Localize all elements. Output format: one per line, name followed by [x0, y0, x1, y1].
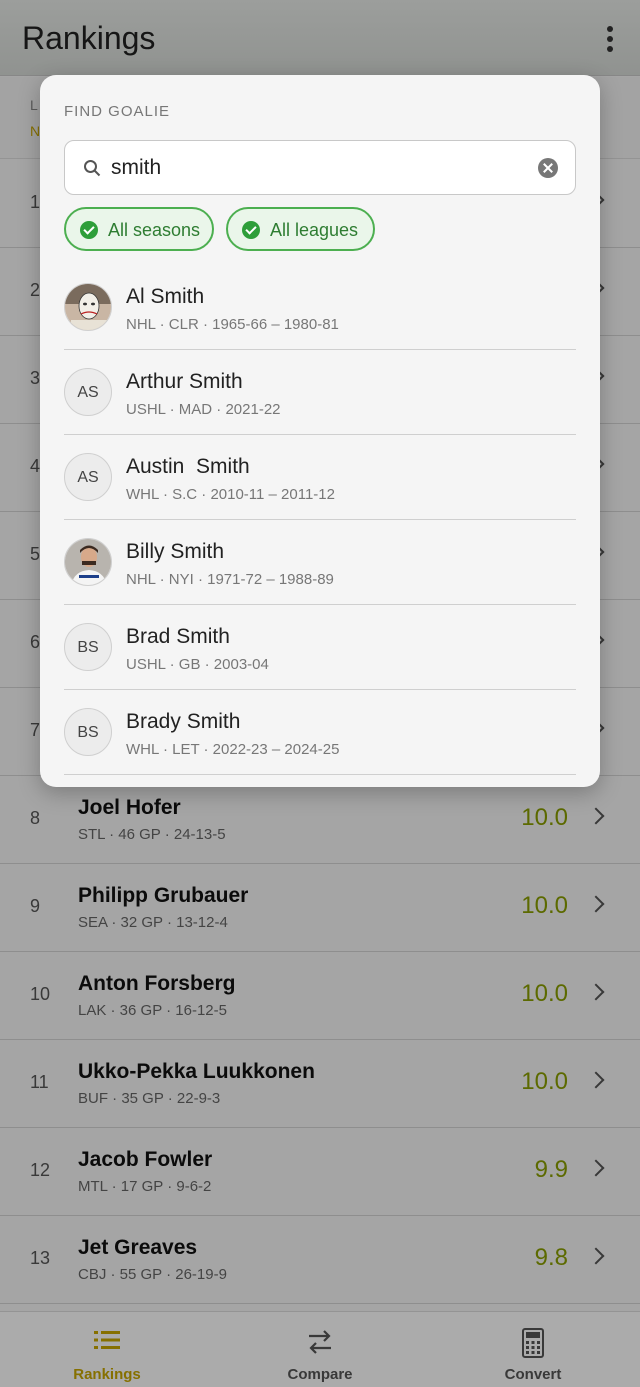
- avatar-initials: BS: [77, 639, 99, 656]
- filter-chip-leagues[interactable]: All leagues: [226, 207, 375, 251]
- avatar-initials: BS: [77, 724, 99, 741]
- result-name: Austin Smith: [126, 455, 250, 478]
- result-name: Arthur Smith: [126, 370, 243, 393]
- check-circle-icon: [80, 221, 98, 239]
- result-name: Billy Smith: [126, 540, 225, 563]
- result-item[interactable]: Billy Smith NHL · NYI · 1971-72 – 1988-8…: [64, 520, 576, 605]
- chip-label: All seasons: [108, 220, 201, 240]
- avatar: [64, 283, 112, 331]
- avatar: BS: [64, 623, 112, 671]
- find-goalie-dialog: FIND GOALIE All seasons All leagues: [40, 75, 600, 787]
- avatar: BS: [64, 708, 112, 756]
- goalie-photo-icon: [65, 539, 111, 585]
- avatar-initials: AS: [77, 384, 99, 401]
- result-details: USHL · MAD · 2021-22: [126, 401, 281, 418]
- search-box: [64, 140, 576, 195]
- result-name: Brad Smith: [126, 625, 230, 648]
- avatar: [64, 538, 112, 586]
- result-item[interactable]: BS Brady Smith WHL · LET · 2022-23 – 202…: [64, 690, 576, 775]
- result-details: WHL · S.C · 2010-11 – 2011-12: [126, 486, 335, 503]
- result-details: USHL · GB · 2003-04: [126, 656, 269, 673]
- avatar: AS: [64, 368, 112, 416]
- result-details: WHL · LET · 2022-23 – 2024-25: [126, 741, 340, 758]
- result-details: NHL · CLR · 1965-66 – 1980-81: [126, 316, 339, 333]
- result-details: NHL · NYI · 1971-72 – 1988-89: [126, 571, 334, 588]
- result-name: Al Smith: [126, 285, 205, 308]
- clear-search-icon[interactable]: [538, 158, 558, 178]
- goalie-photo-icon: [65, 284, 111, 330]
- check-circle-icon: [242, 221, 260, 239]
- avatar-initials: AS: [77, 469, 99, 486]
- search-icon: [84, 160, 101, 177]
- result-name: Brady Smith: [126, 710, 241, 733]
- search-input[interactable]: [111, 152, 511, 184]
- avatar: AS: [64, 453, 112, 501]
- result-item[interactable]: Al Smith NHL · CLR · 1965-66 – 1980-81: [64, 265, 576, 350]
- dialog-title: FIND GOALIE: [64, 103, 171, 120]
- result-item[interactable]: AS Austin Smith WHL · S.C · 2010-11 – 20…: [64, 435, 576, 520]
- filter-chip-seasons[interactable]: All seasons: [64, 207, 214, 251]
- chip-label: All leagues: [270, 220, 359, 240]
- result-item[interactable]: AS Arthur Smith USHL · MAD · 2021-22: [64, 350, 576, 435]
- result-item[interactable]: BS Brad Smith USHL · GB · 2003-04: [64, 605, 576, 690]
